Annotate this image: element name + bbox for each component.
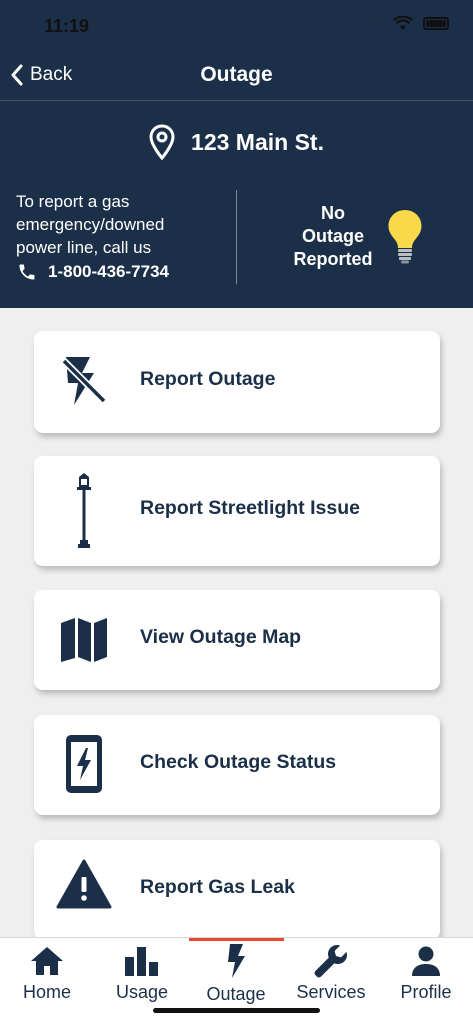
map-icon [54,610,114,670]
phone-icon [19,264,35,279]
battery-icon [423,17,449,30]
page-title: Outage [200,63,273,86]
tab-label: Outage [206,984,266,1004]
outage-status-line: Reported [293,249,373,269]
card-label: Check Outage Status [140,751,337,773]
outage-status-text: No Outage Reported [286,202,380,271]
emergency-info: To report a gas emergency/downed power l… [16,190,221,283]
signal-icon: ···· [365,18,383,29]
report-streetlight-button[interactable]: Report Streetlight Issue [34,456,440,566]
card-label: Report Outage [140,368,276,390]
status-icons: ···· [366,16,449,31]
power-off-icon [54,351,114,411]
outage-status-line: Outage [301,226,364,246]
emergency-phone-number: 1-800-436-7734 [48,262,169,281]
tab-label: Home [22,982,71,1002]
header-divider [236,190,237,284]
service-address: 123 Main St. [191,128,324,155]
check-outage-status-button[interactable]: Check Outage Status [34,715,440,815]
emergency-text-line: emergency/downed [16,215,165,234]
bolt-icon [189,944,283,978]
emergency-text-line: To report a gas [16,192,130,211]
streetlight-icon [54,468,114,554]
tab-home[interactable]: Home [0,938,94,1008]
report-gas-leak-button[interactable]: Report Gas Leak [34,840,440,940]
tab-label: Profile [400,982,452,1002]
tab-label: Services [296,982,366,1002]
home-icon [0,944,94,978]
nav-divider [0,100,473,101]
report-outage-button[interactable]: Report Outage [34,331,440,433]
location-pin-icon [149,124,175,160]
tab-outage[interactable]: Outage [189,938,283,1008]
home-indicator [153,1008,320,1013]
bar-chart-icon [95,944,189,978]
warning-icon [54,856,114,912]
tab-services[interactable]: Services [284,938,378,1008]
view-outage-map-button[interactable]: View Outage Map [34,590,440,690]
status-bar: 11:19 ···· [0,0,473,50]
address-row: 123 Main St. [0,124,473,160]
phone-status-icon [54,733,114,795]
emergency-phone-link[interactable]: 1-800-436-7734 [16,260,221,283]
navigation-bar: Back Outage [0,52,473,100]
outage-header: 11:19 ···· Back Outage 123 Main St. To r… [0,0,473,308]
status-time: 11:19 [44,16,90,36]
wrench-icon [284,944,378,978]
outage-status-line: No [321,203,345,223]
tab-label: Usage [115,982,169,1002]
person-icon [379,944,473,978]
card-label: Report Gas Leak [140,876,295,898]
card-label: Report Streetlight Issue [140,497,360,519]
wifi-icon [393,16,413,30]
tab-usage[interactable]: Usage [95,938,189,1008]
emergency-text-line: power line, call us [16,238,152,257]
tab-profile[interactable]: Profile [379,938,473,1008]
card-label: View Outage Map [140,626,302,648]
lightbulb-icon [388,210,422,264]
